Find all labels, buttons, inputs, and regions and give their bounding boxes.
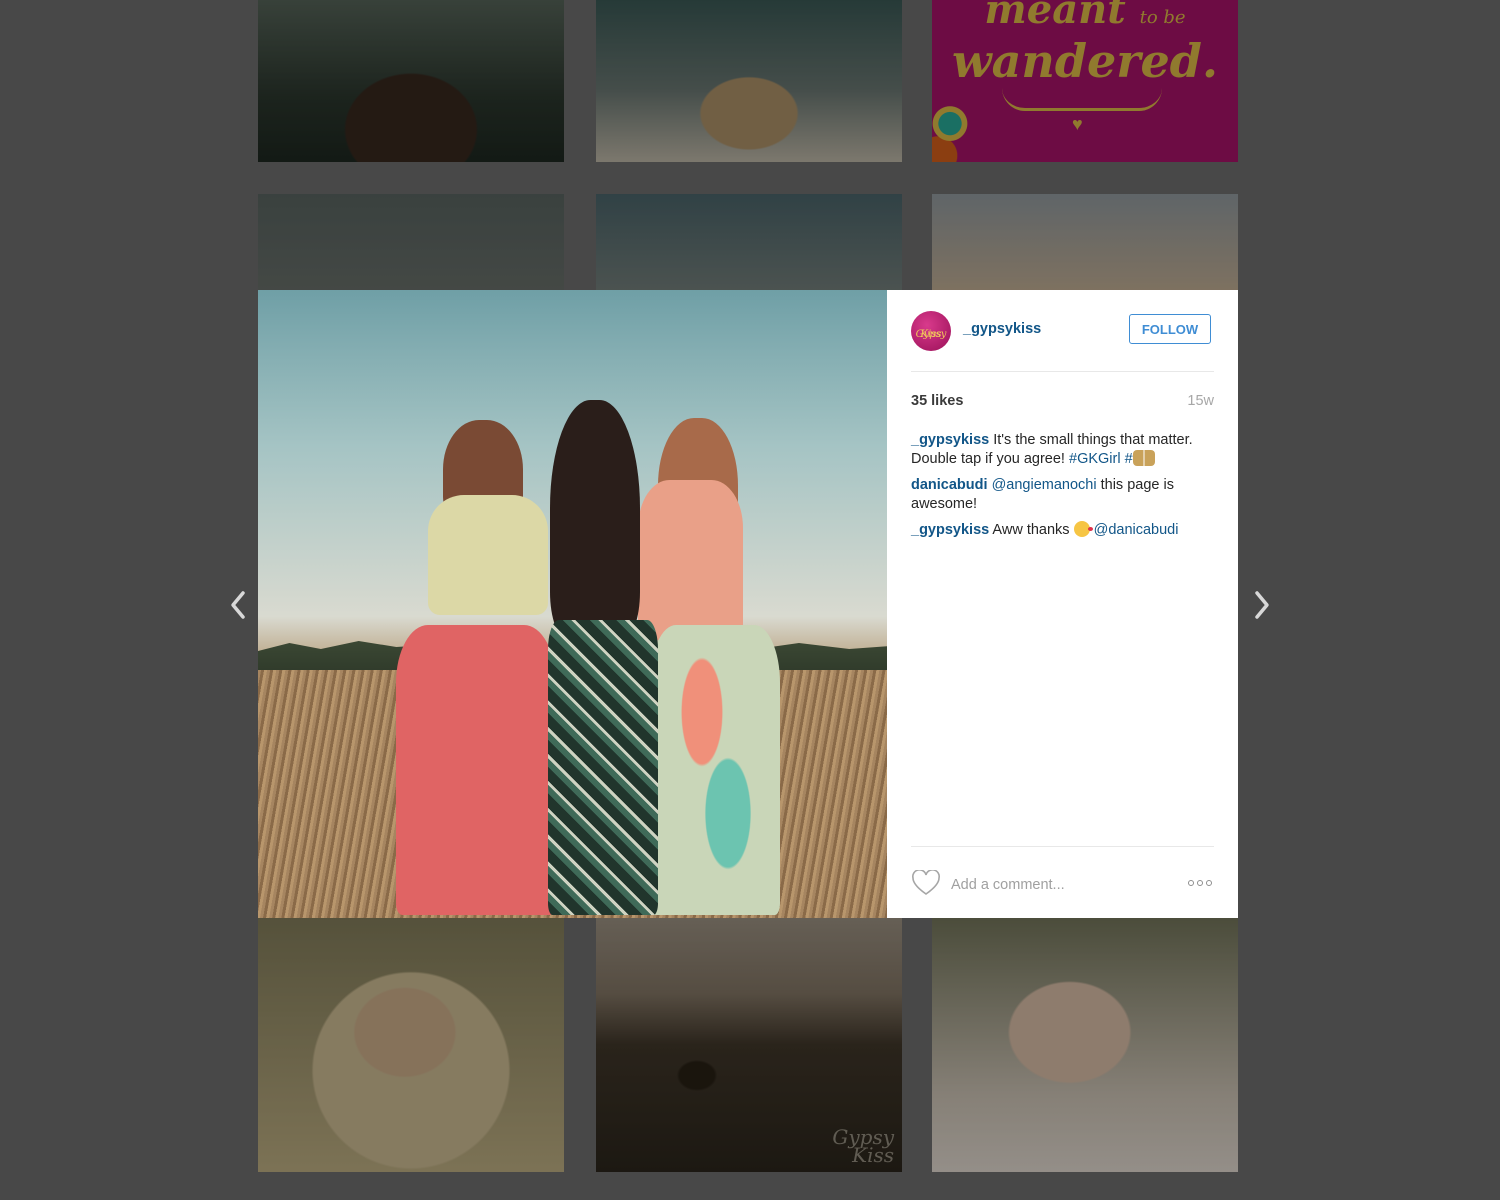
- dot: [1188, 880, 1194, 886]
- grid-photo-4[interactable]: [258, 194, 564, 290]
- follow-button[interactable]: FOLLOW: [1129, 314, 1211, 344]
- avatar[interactable]: Gypsy Kiss: [911, 311, 951, 351]
- grid-photo-9[interactable]: [932, 918, 1238, 1172]
- more-options-icon[interactable]: [1186, 876, 1214, 890]
- photo-figure: [396, 625, 556, 915]
- grid-photo-1[interactable]: [258, 0, 564, 162]
- mention-link[interactable]: @danicabudi: [1094, 522, 1179, 538]
- photo-figure: [638, 480, 743, 640]
- comment-item: _gypsykiss It's the small things that ma…: [911, 431, 1216, 469]
- footer-divider: [911, 846, 1214, 847]
- add-comment-input[interactable]: [951, 875, 1151, 895]
- overlay: [596, 194, 902, 290]
- grid-photo-5[interactable]: [596, 194, 902, 290]
- overlay: [932, 194, 1238, 290]
- overlay: [258, 918, 564, 1172]
- header-divider: [911, 371, 1214, 372]
- overlay: [932, 0, 1238, 162]
- grid-photo-7[interactable]: [258, 918, 564, 1172]
- overlay: [596, 0, 902, 162]
- grid-photo-3[interactable]: meant to be wandered. ♥: [932, 0, 1238, 162]
- post-photo[interactable]: [258, 290, 887, 918]
- grid-photo-8[interactable]: Gypsy Kiss: [596, 918, 902, 1172]
- username-link[interactable]: _gypsykiss: [963, 321, 1041, 337]
- comment-username[interactable]: _gypsykiss: [911, 432, 989, 448]
- dancers-emoji: [1132, 450, 1155, 466]
- mention-link[interactable]: @angiemanochi: [992, 477, 1097, 493]
- chevron-right-icon[interactable]: [1246, 588, 1276, 622]
- dot: [1206, 880, 1212, 886]
- photo-figure: [428, 495, 548, 615]
- comment-text: Aww thanks: [989, 522, 1074, 538]
- heart-outline-icon[interactable]: [911, 869, 941, 896]
- overlay: [258, 0, 564, 162]
- comment-item: _gypsykiss Aww thanks @danicabudi: [911, 521, 1216, 540]
- avatar-text: Gypsy Kiss: [915, 329, 947, 340]
- comment-list: _gypsykiss It's the small things that ma…: [911, 431, 1216, 547]
- photo-figure: [548, 620, 658, 915]
- hashtag-link[interactable]: #: [1125, 451, 1133, 467]
- likes-count[interactable]: 35 likes: [911, 393, 963, 409]
- grid-photo-6[interactable]: [932, 194, 1238, 290]
- chevron-left-icon[interactable]: [224, 588, 254, 622]
- grid-photo-2[interactable]: [596, 0, 902, 162]
- hashtag-link[interactable]: #GKGirl: [1069, 451, 1121, 467]
- comment-username[interactable]: _gypsykiss: [911, 522, 989, 538]
- post-age[interactable]: 15w: [1187, 393, 1214, 409]
- overlay: [258, 194, 564, 290]
- comment-username[interactable]: danicabudi: [911, 477, 988, 493]
- dot: [1197, 880, 1203, 886]
- photo-figure: [650, 625, 780, 915]
- post-modal: Gypsy Kiss _gypsykiss FOLLOW 35 likes 15w…: [258, 290, 1238, 918]
- post-sidebar: Gypsy Kiss _gypsykiss FOLLOW 35 likes 15w…: [887, 290, 1238, 918]
- kiss-face-emoji: [1073, 521, 1093, 537]
- comment-item: danicabudi @angiemanochi this page is aw…: [911, 476, 1216, 514]
- overlay: [932, 918, 1238, 1172]
- overlay: [596, 918, 902, 1172]
- photo-figure: [550, 400, 640, 640]
